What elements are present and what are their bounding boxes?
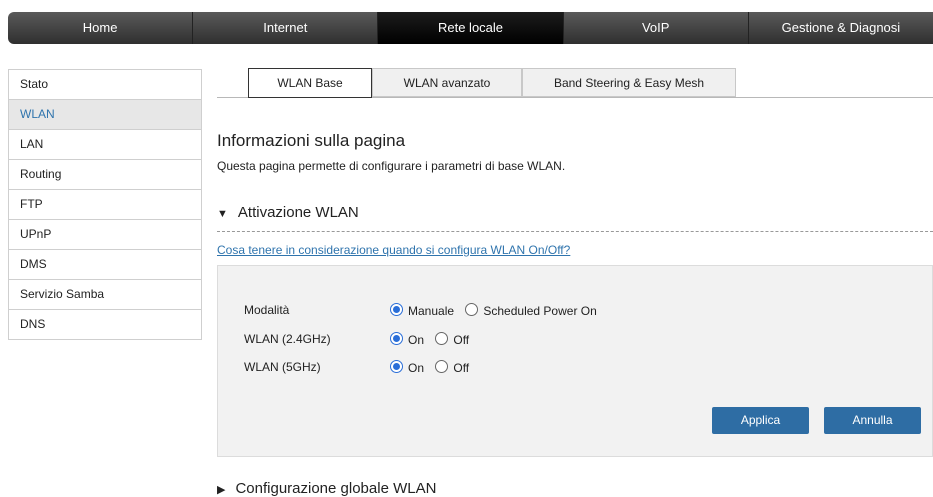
radio-wlan24-on[interactable] — [390, 332, 403, 346]
sidebar-item-lan[interactable]: LAN — [9, 130, 201, 160]
mode-label: Modalità — [244, 303, 290, 317]
section-header-attivazione-wlan[interactable]: ▼ Attivazione WLAN — [217, 204, 359, 221]
nav-gestione-diagnosi[interactable]: Gestione & Diagnosi — [748, 12, 933, 44]
sidebar-item-dns[interactable]: DNS — [9, 310, 201, 340]
radio-wlan5-on-label: On — [408, 360, 425, 375]
nav-voip[interactable]: VoIP — [563, 12, 749, 44]
nav-internet[interactable]: Internet — [193, 12, 379, 44]
cancel-button[interactable]: Annulla — [824, 407, 921, 434]
wlan-activation-panel: Modalità Manuale Scheduled Power On WLAN… — [217, 265, 933, 457]
top-navigation: Home Internet Rete locale VoIP Gestione … — [8, 12, 933, 44]
sidebar-item-ftp[interactable]: FTP — [9, 190, 201, 220]
sidebar-item-wlan[interactable]: WLAN — [9, 100, 201, 130]
radio-wlan5-on[interactable] — [390, 360, 403, 374]
mode-options: Manuale Scheduled Power On — [390, 303, 605, 318]
wlan24-label: WLAN (2.4GHz) — [244, 332, 331, 346]
tab-wlan-avanzato[interactable]: WLAN avanzato — [372, 68, 522, 97]
section-title: Attivazione WLAN — [237, 204, 359, 221]
nav-home[interactable]: Home — [8, 12, 194, 44]
radio-manuale-label: Manuale — [408, 303, 455, 318]
tab-wlan-base[interactable]: WLAN Base — [248, 68, 372, 98]
sidebar-item-upnp[interactable]: UPnP — [9, 220, 201, 250]
radio-wlan5-off[interactable] — [435, 360, 449, 374]
sidebar: Stato WLAN LAN Routing FTP UPnP DMS Serv… — [8, 69, 202, 340]
radio-wlan24-on-label: On — [408, 332, 425, 347]
radio-wlan24-off-label: Off — [453, 332, 470, 347]
triangle-down-icon: ▼ — [217, 208, 228, 220]
nav-rete-locale[interactable]: Rete locale — [378, 12, 564, 44]
page-title: Informazioni sulla pagina — [217, 131, 406, 150]
radio-manuale[interactable] — [390, 303, 403, 317]
apply-button[interactable]: Applica — [712, 407, 809, 434]
wlan5-label: WLAN (5GHz) — [244, 360, 321, 374]
wlan5-options: On Off — [390, 360, 477, 375]
radio-scheduled-power-on-label: Scheduled Power On — [483, 303, 597, 318]
tab-bar: WLAN Base WLAN avanzato Band Steering & … — [217, 68, 933, 98]
triangle-right-icon: ▶ — [217, 484, 226, 496]
sidebar-item-servizio-samba[interactable]: Servizio Samba — [9, 280, 201, 310]
sidebar-item-routing[interactable]: Routing — [9, 160, 201, 190]
radio-wlan24-off[interactable] — [435, 332, 449, 346]
section-header-configurazione-globale[interactable]: ▶ Configurazione globale WLAN — [217, 480, 436, 497]
page-description: Questa pagina permette di configurare i … — [217, 159, 566, 173]
tab-band-steering-easy-mesh[interactable]: Band Steering & Easy Mesh — [522, 68, 736, 97]
sidebar-item-dms[interactable]: DMS — [9, 250, 201, 280]
help-link[interactable]: Cosa tenere in considerazione quando si … — [217, 243, 570, 257]
radio-scheduled-power-on[interactable] — [465, 303, 479, 317]
radio-wlan5-off-label: Off — [453, 360, 470, 375]
wlan24-options: On Off — [390, 332, 477, 347]
sidebar-item-stato[interactable]: Stato — [9, 70, 201, 100]
section-divider — [217, 231, 933, 232]
section-title: Configurazione globale WLAN — [235, 480, 437, 497]
